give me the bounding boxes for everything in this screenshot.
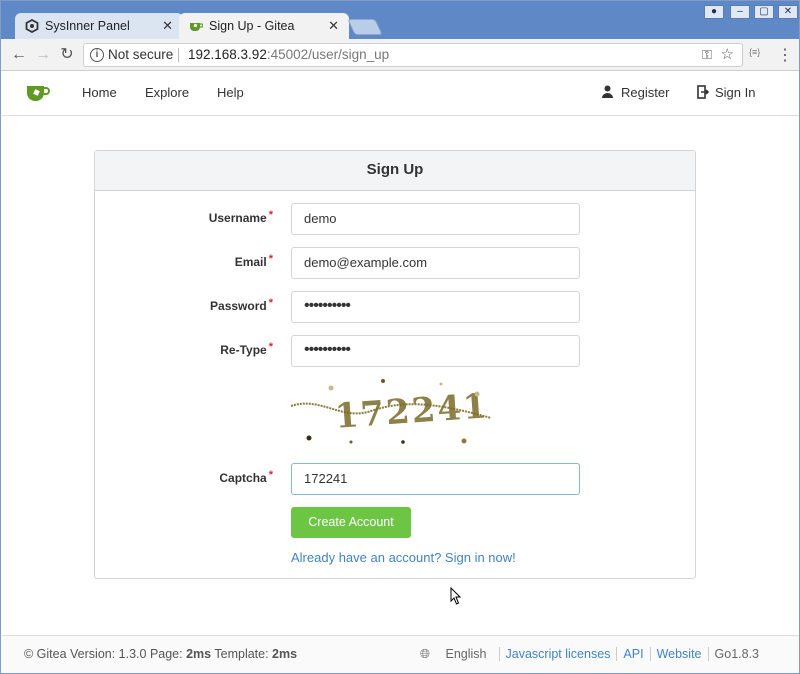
captcha-input[interactable]: 172241 [291, 463, 580, 495]
footer-prefix: © Gitea Version: 1.3.0 Page: [24, 647, 187, 661]
email-row: Email * demo@example.com [95, 247, 695, 279]
back-arrow-icon[interactable]: ← [9, 45, 29, 65]
tab-title: SysInner Panel [45, 19, 130, 33]
required-mark: * [268, 341, 273, 353]
create-account-button[interactable]: Create Account [291, 507, 411, 538]
extension-icon[interactable]: {≡} [749, 47, 760, 57]
forward-arrow-icon[interactable]: → [33, 45, 53, 65]
divider [178, 48, 179, 62]
language-label: English [445, 647, 487, 661]
javascript-licenses-link[interactable]: Javascript licenses [498, 647, 617, 661]
signin-now-link[interactable]: Already have an account? Sign in now! [291, 550, 516, 565]
go-version: Go1.8.3 [707, 647, 765, 661]
captcha-label: Captcha * [219, 469, 273, 485]
email-label: Email * [234, 253, 273, 269]
browser-window: SysInner Panel ✕ Sign Up - Gitea ✕ ● – ▢… [0, 0, 800, 674]
url-text: 192.168.3.92:45002/user/sign_up [188, 44, 389, 66]
required-mark: * [268, 209, 273, 221]
tab-strip: SysInner Panel ✕ Sign Up - Gitea ✕ ● – ▢… [1, 1, 799, 39]
required-mark: * [268, 469, 273, 481]
globe-icon: 🌐︎ [420, 647, 431, 661]
captcha-image-text: 172241 [334, 386, 490, 437]
gitea-teacup-icon [190, 23, 203, 31]
key-icon[interactable]: ⚿ [702, 44, 712, 66]
captcha-label-text: Captcha [219, 471, 267, 485]
password-row: Password * •••••••••• [95, 291, 695, 323]
password-label: Password * [210, 297, 273, 313]
retype-row: Re-Type * •••••••••• [95, 335, 695, 367]
url-host: 192.168.3.92 [188, 47, 267, 62]
footer-version-info: © Gitea Version: 1.3.0 Page: 2ms Templat… [24, 647, 297, 661]
username-row: Username * demo [95, 203, 695, 235]
nav-signin-link[interactable]: Sign In [715, 85, 755, 100]
required-mark: * [268, 253, 273, 265]
retype-label-text: Re-Type [220, 343, 267, 357]
browser-toolbar: ← → ↻ i Not secure 192.168.3.92:45002/us… [1, 39, 799, 71]
close-window-icon[interactable]: ✕ [778, 5, 798, 19]
address-bar[interactable]: i Not secure 192.168.3.92:45002/user/sig… [83, 43, 743, 67]
signup-card: Sign Up Username * demo Email * demo@examp… [94, 150, 696, 579]
profile-icon[interactable]: ● [704, 5, 724, 19]
captcha-row: Captcha * 172241 [95, 463, 695, 495]
api-link[interactable]: API [616, 647, 650, 661]
password-label-text: Password [210, 299, 267, 313]
minimize-icon[interactable]: – [730, 5, 750, 19]
website-link[interactable]: Website [649, 647, 708, 661]
page-time: 2ms [186, 647, 212, 661]
email-input[interactable]: demo@example.com [291, 247, 580, 279]
mouse-pointer-icon [450, 587, 462, 605]
kebab-menu-icon[interactable]: ⋮ [777, 45, 793, 65]
username-label-text: Username [208, 211, 267, 225]
tab-gitea-signup[interactable]: Sign Up - Gitea ✕ [179, 13, 349, 39]
tab-sysinner-panel[interactable]: SysInner Panel ✕ [15, 13, 183, 39]
hexagon-icon [25, 19, 39, 33]
star-icon[interactable]: ☆ [721, 44, 734, 66]
footer-links: 🌐︎ English Javascript licenses API Website G… [408, 647, 765, 662]
nav-explore-link[interactable]: Explore [145, 85, 189, 100]
retype-label: Re-Type * [220, 341, 273, 357]
required-mark: * [268, 297, 273, 309]
username-input[interactable]: demo [291, 203, 580, 235]
nav-help-link[interactable]: Help [217, 85, 244, 100]
maximize-icon[interactable]: ▢ [754, 5, 774, 19]
url-path: :45002/user/sign_up [266, 47, 390, 62]
password-input[interactable]: •••••••••• [291, 291, 580, 323]
info-icon[interactable]: i [90, 48, 104, 62]
email-label-text: Email [234, 255, 267, 269]
card-title: Sign Up [95, 151, 695, 191]
gitea-logo-icon[interactable] [26, 84, 50, 102]
username-label: Username * [208, 209, 273, 225]
close-icon[interactable]: ✕ [162, 13, 173, 39]
user-icon [602, 85, 613, 98]
close-icon[interactable]: ✕ [328, 13, 339, 39]
language-selector[interactable]: 🌐︎ English [408, 647, 499, 661]
retype-password-input[interactable]: •••••••••• [291, 335, 580, 367]
top-navbar: Home Explore Help Register Sign In [2, 71, 799, 116]
tab-title: Sign Up - Gitea [209, 19, 295, 33]
captcha-image[interactable]: 172241 [291, 376, 495, 446]
sign-in-icon [697, 85, 709, 99]
template-time: 2ms [272, 647, 298, 661]
security-label: Not secure [108, 47, 174, 62]
footer-mid: Template: [211, 647, 273, 661]
page-footer: © Gitea Version: 1.3.0 Page: 2ms Templat… [2, 635, 799, 673]
new-tab-button[interactable] [347, 19, 383, 35]
gitea-page: Home Explore Help Register Sign In Sign … [2, 71, 799, 673]
nav-register-link[interactable]: Register [621, 85, 669, 100]
nav-home-link[interactable]: Home [82, 85, 117, 100]
reload-icon[interactable]: ↻ [57, 45, 77, 65]
